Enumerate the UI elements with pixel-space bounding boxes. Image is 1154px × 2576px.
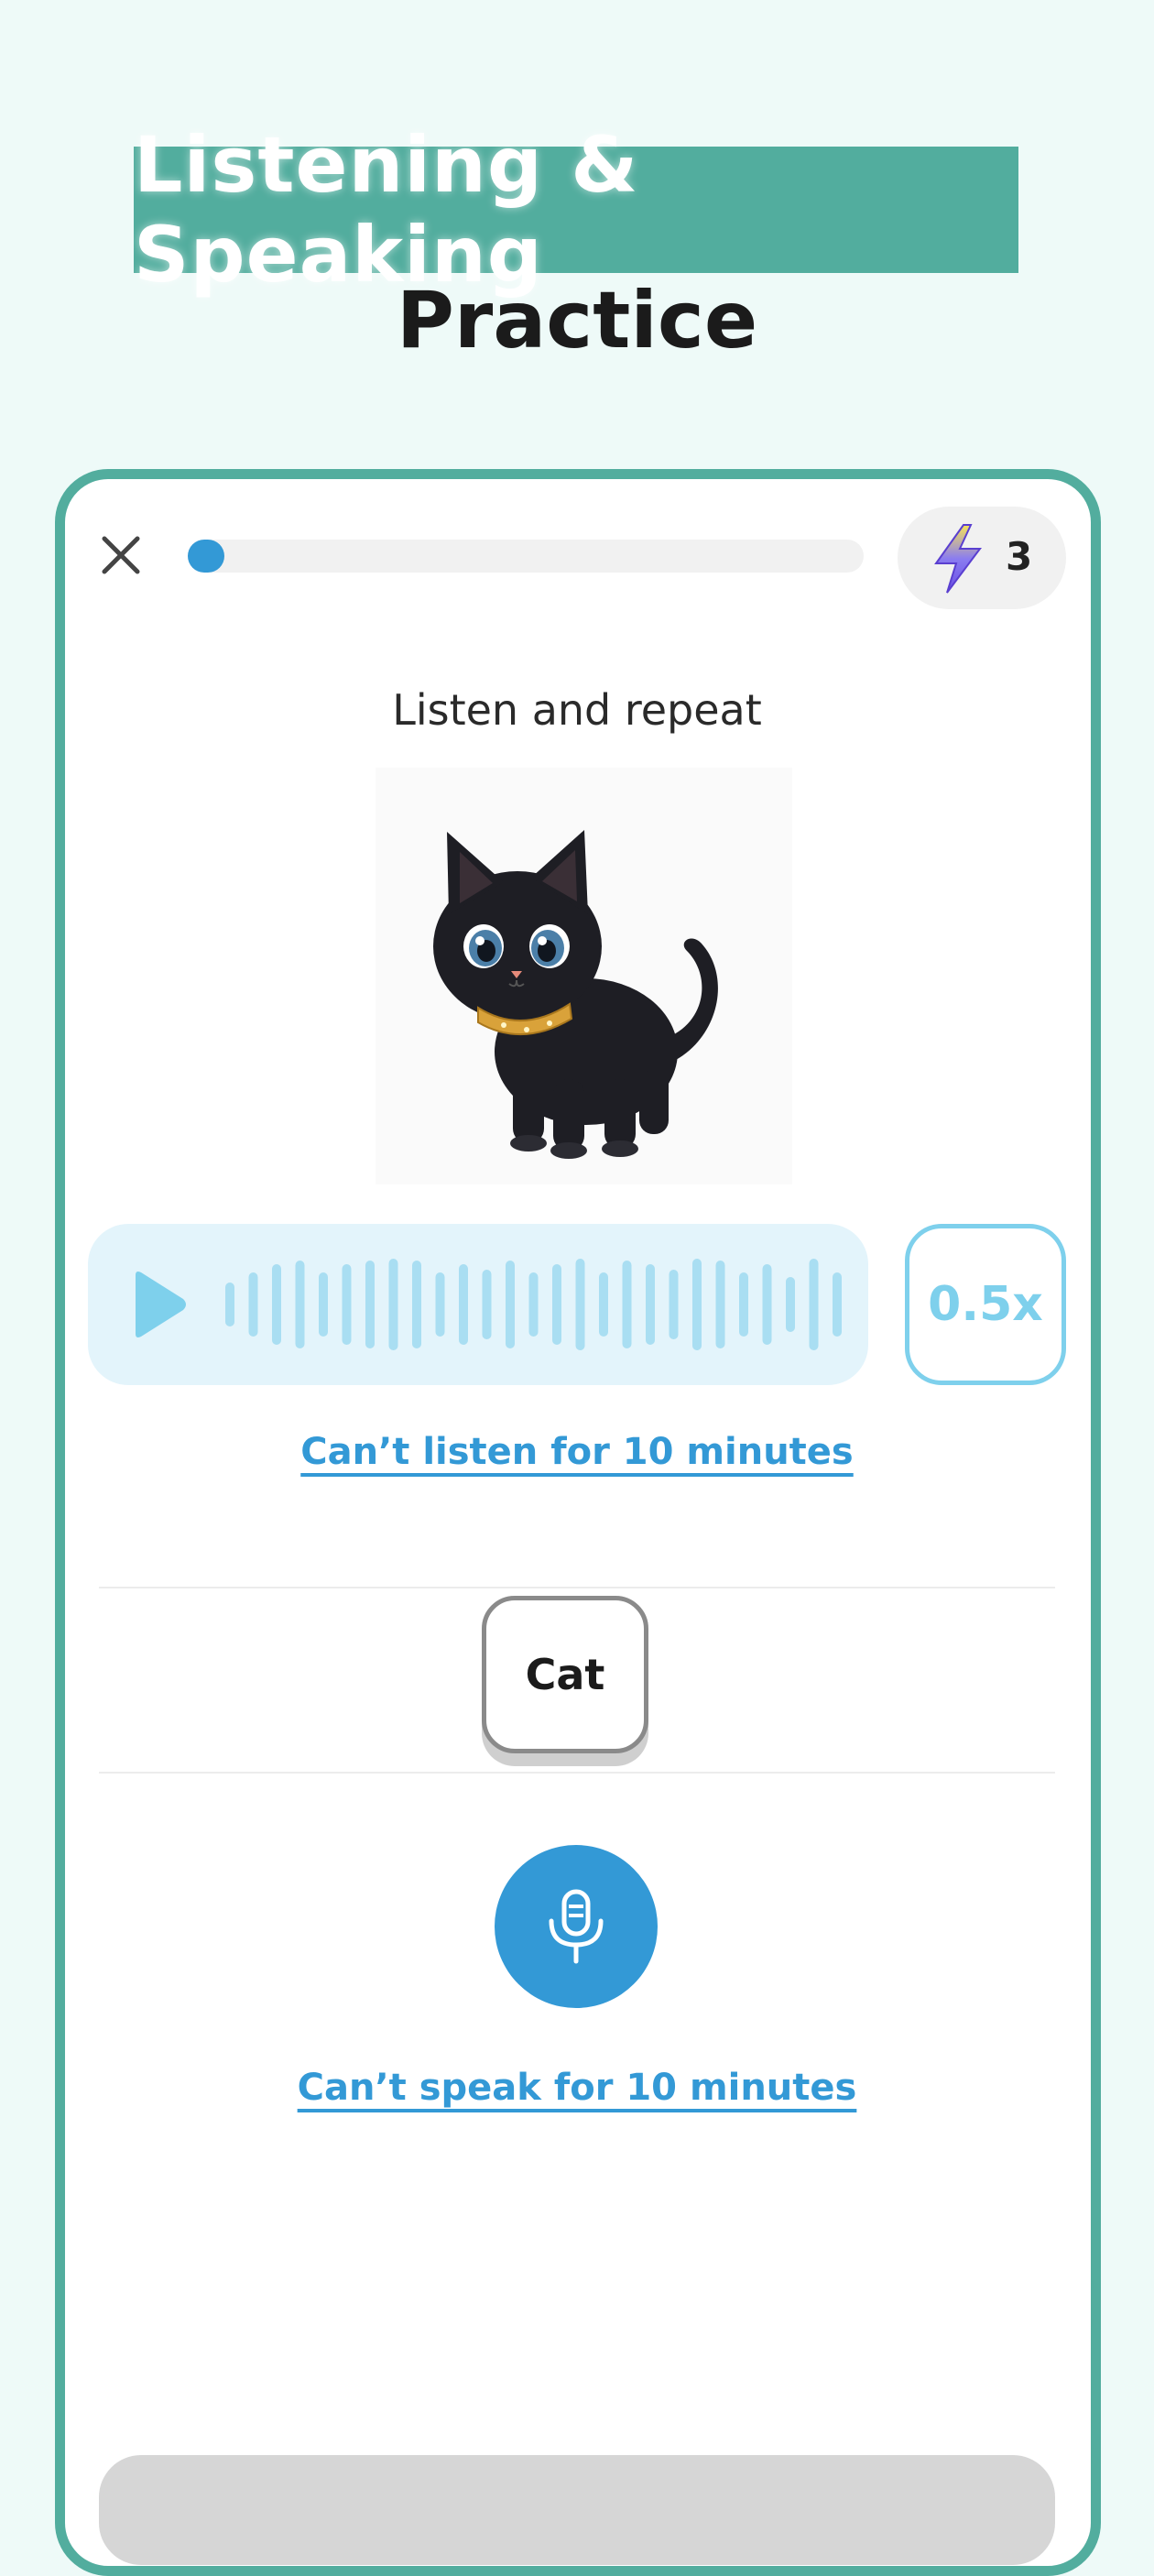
close-icon[interactable] [95, 529, 147, 581]
black-cat-illustration [433, 830, 718, 1159]
waveform-bar [669, 1270, 679, 1339]
waveform-bar [599, 1272, 608, 1337]
waveform-bar [319, 1272, 328, 1337]
waveform-bar [506, 1261, 515, 1348]
promo-headline-band: Listening & Speaking [134, 120, 1018, 300]
microphone-icon [549, 1889, 604, 1964]
waveform-bar [715, 1261, 725, 1348]
lesson-progress-bar [188, 540, 864, 573]
continue-button-disabled[interactable] [99, 2455, 1055, 2565]
energy-count: 3 [1006, 534, 1033, 579]
waveform-bar [342, 1264, 352, 1345]
word-chip-cat[interactable]: Cat [482, 1596, 648, 1753]
waveform-bar [388, 1259, 398, 1350]
waveform-bar [646, 1264, 655, 1345]
promo-headline: Listening & Speaking [134, 120, 639, 300]
waveform-bar [248, 1272, 258, 1337]
waveform-bar [435, 1272, 445, 1337]
waveform-bar [459, 1264, 468, 1345]
exercise-instruction: Listen and repeat [392, 685, 762, 735]
audio-waveform [225, 1259, 842, 1350]
waveform-bar [762, 1264, 772, 1345]
waveform-bar [225, 1283, 234, 1326]
waveform-bar [552, 1264, 561, 1345]
lesson-progress-fill [188, 540, 224, 573]
waveform-bar [692, 1259, 702, 1350]
waveform-bar [365, 1261, 375, 1348]
playback-speed-button[interactable]: 0.5x [905, 1224, 1066, 1385]
microphone-button[interactable] [495, 1845, 658, 2008]
waveform-bar [622, 1261, 632, 1348]
waveform-bar [809, 1259, 819, 1350]
cant-speak-link[interactable]: Can’t speak for 10 minutes [0, 2067, 1154, 2109]
waveform-bar [272, 1264, 281, 1345]
energy-counter[interactable]: 3 [898, 507, 1066, 609]
play-icon[interactable] [128, 1270, 189, 1339]
cant-listen-link[interactable]: Can’t listen for 10 minutes [0, 1431, 1154, 1473]
waveform-bar [412, 1261, 421, 1348]
waveform-bar [528, 1272, 539, 1337]
audio-player[interactable] [88, 1224, 868, 1385]
waveform-bar [482, 1270, 492, 1339]
divider-top [99, 1587, 1055, 1588]
waveform-bar [786, 1277, 795, 1332]
waveform-bar [739, 1272, 748, 1337]
waveform-bar [833, 1272, 842, 1337]
waveform-bar [575, 1259, 585, 1350]
promo-subheadline: Practice [396, 275, 758, 366]
lightning-icon [934, 524, 982, 594]
divider-bottom [99, 1772, 1055, 1774]
waveform-bar [295, 1261, 305, 1348]
black-cat-image [376, 768, 792, 1184]
